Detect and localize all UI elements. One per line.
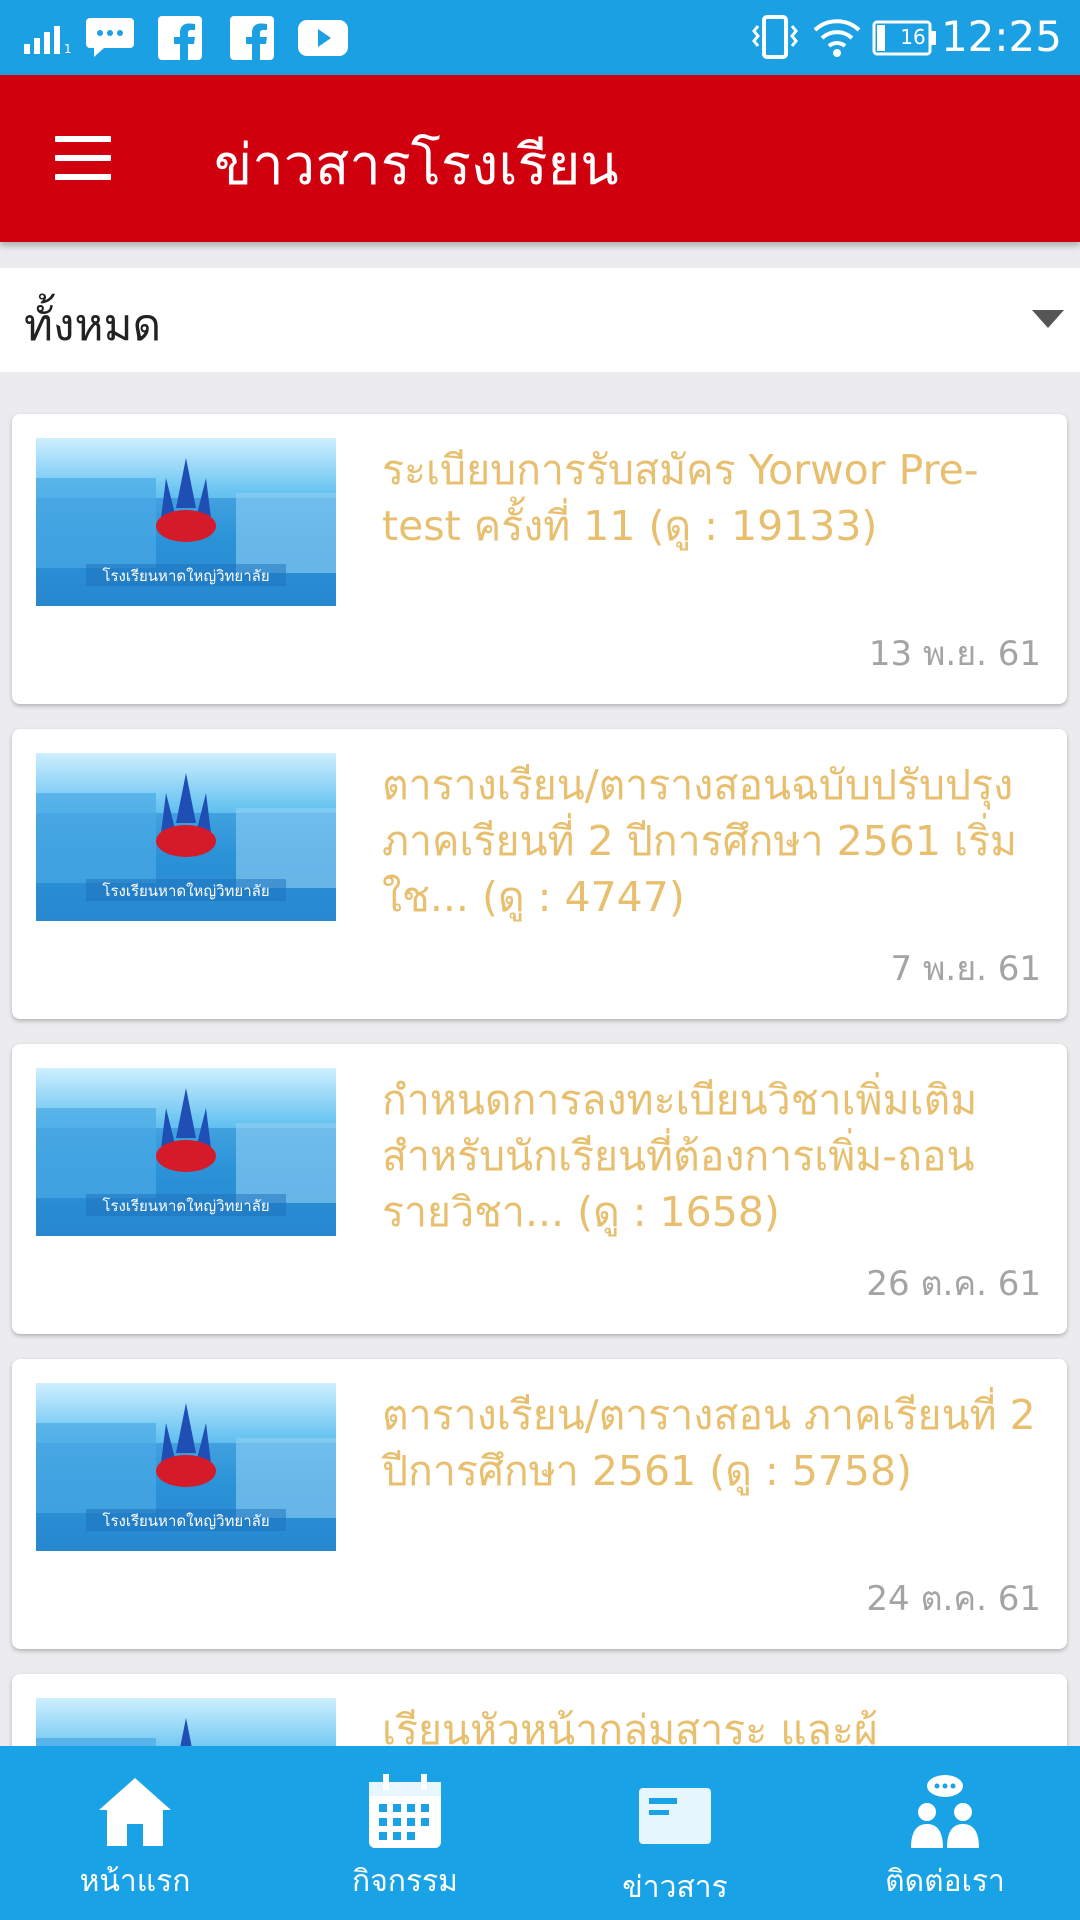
news-icon	[639, 1788, 711, 1844]
contact-icon	[911, 1775, 979, 1848]
app-bar: ข่าวสารโรงเรียน	[0, 75, 1080, 242]
news-date: 13 พ.ย. 61	[868, 634, 1041, 674]
news-card[interactable]: เรียนหัวหน้ากลุ่มสาระ และผู้	[12, 1674, 1067, 1747]
signal-icon: 1	[24, 26, 72, 54]
status-time: 12:25	[940, 12, 1062, 61]
facebook-icon	[158, 16, 202, 60]
school-emblem-icon	[36, 1718, 192, 1747]
home-icon	[99, 1778, 171, 1846]
news-thumbnail: โรงเรียนหาดใหญ่วิทยาลัย	[36, 1383, 336, 1551]
nav-news[interactable]: ข่าวสาร	[540, 1746, 810, 1920]
news-title[interactable]: เรียนหัวหน้ากลุ่มสาระ และผู้	[382, 1702, 1052, 1747]
hamburger-menu-icon[interactable]	[50, 130, 118, 186]
category-filter-dropdown[interactable]: ทั้งหมด	[0, 268, 1080, 372]
news-title[interactable]: ระเบียบการรับสมัคร Yorwor Pre-test ครั้ง…	[382, 442, 1052, 554]
dropdown-arrow-icon	[1032, 310, 1064, 328]
nav-home[interactable]: หน้าแรก	[0, 1746, 270, 1920]
news-card[interactable]: โรงเรียนหาดใหญ่วิทยาลัย ตารางเรียน/ตาราง…	[12, 1359, 1067, 1649]
battery-level: 16	[900, 25, 926, 49]
thumbnail-caption: โรงเรียนหาดใหญ่วิทยาลัย	[102, 882, 270, 900]
news-date: 24 ต.ค. 61	[866, 1579, 1041, 1619]
news-title[interactable]: กำหนดการลงทะเบียนวิชาเพิ่มเติมสำหรับนักเ…	[382, 1072, 1052, 1240]
bottom-navigation: หน้าแรก กิจกรรม ข่าวสาร ติดต่อเรา	[0, 1746, 1080, 1920]
news-title[interactable]: ตารางเรียน/ตารางสอนฉบับปรับปรุง ภาคเรียน…	[382, 757, 1052, 925]
wifi-icon	[813, 19, 861, 57]
news-date: 7 พ.ย. 61	[890, 949, 1041, 989]
news-thumbnail: โรงเรียนหาดใหญ่วิทยาลัย	[36, 1068, 336, 1236]
news-thumbnail: โรงเรียนหาดใหญ่วิทยาลัย	[36, 753, 336, 921]
nav-label: ข่าวสาร	[622, 1870, 728, 1905]
news-thumbnail	[36, 1698, 336, 1747]
youtube-icon	[298, 20, 348, 56]
news-card[interactable]: โรงเรียนหาดใหญ่วิทยาลัย ระเบียบการรับสมั…	[12, 414, 1067, 704]
svg-text:1: 1	[64, 42, 72, 54]
news-title[interactable]: ตารางเรียน/ตารางสอน ภาคเรียนที่ 2 ปีการศ…	[382, 1387, 1052, 1499]
thumbnail-caption: โรงเรียนหาดใหญ่วิทยาลัย	[102, 1197, 270, 1215]
news-list[interactable]: โรงเรียนหาดใหญ่วิทยาลัย ระเบียบการรับสมั…	[0, 372, 1080, 1747]
nav-label: กิจกรรม	[352, 1864, 458, 1899]
chat-icon	[86, 18, 134, 57]
news-thumbnail: โรงเรียนหาดใหญ่วิทยาลัย	[36, 438, 336, 606]
nav-label: ติดต่อเรา	[885, 1864, 1005, 1899]
nav-label: หน้าแรก	[79, 1864, 191, 1899]
vibrate-icon	[752, 15, 798, 59]
nav-contact[interactable]: ติดต่อเรา	[810, 1746, 1080, 1920]
news-date: 26 ต.ค. 61	[866, 1264, 1041, 1304]
news-card[interactable]: โรงเรียนหาดใหญ่วิทยาลัย กำหนดการลงทะเบีย…	[12, 1044, 1067, 1334]
nav-activities[interactable]: กิจกรรม	[270, 1746, 540, 1920]
thumbnail-caption: โรงเรียนหาดใหญ่วิทยาลัย	[102, 567, 270, 585]
facebook-icon	[230, 16, 274, 60]
filter-selected-value: ทั้งหมด	[24, 300, 162, 351]
calendar-icon	[369, 1774, 441, 1848]
thumbnail-caption: โรงเรียนหาดใหญ่วิทยาลัย	[102, 1512, 270, 1530]
page-title: ข่าวสารโรงเรียน	[214, 133, 619, 198]
news-card[interactable]: โรงเรียนหาดใหญ่วิทยาลัย ตารางเรียน/ตาราง…	[12, 729, 1067, 1019]
status-bar: 1 16 12:25	[0, 0, 1080, 75]
